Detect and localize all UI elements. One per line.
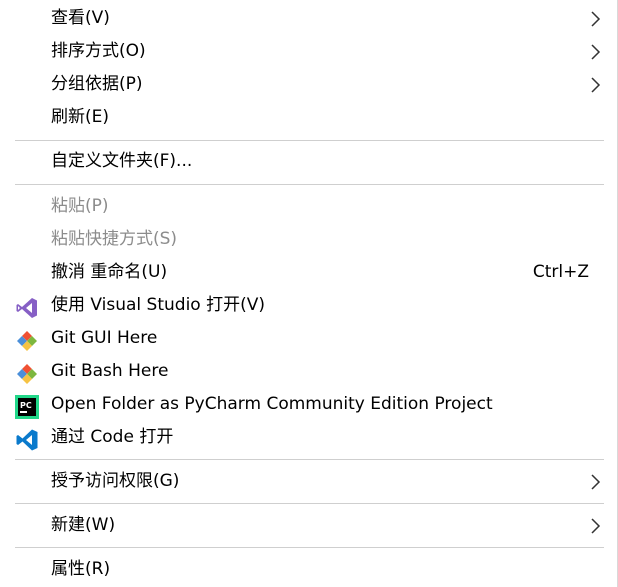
menu-item-label: 属性(R) [51, 559, 111, 579]
menu-item-label: 使用 Visual Studio 打开(V) [51, 295, 266, 315]
menu-item-grant-access[interactable]: 授予访问权限(G) [0, 465, 617, 498]
menu-item-label: 授予访问权限(G) [51, 471, 180, 491]
menu-item-label: 撤消 重命名(U) [51, 262, 168, 282]
menu-separator [15, 459, 604, 460]
menu-item-open-pycharm[interactable]: PC Open Folder as PyCharm Community Edit… [0, 388, 617, 421]
context-menu: 查看(V) 排序方式(O) 分组依据(P) 刷新(E) 自定义文件夹(F)...… [0, 0, 618, 587]
chevron-right-icon [591, 44, 601, 60]
git-icon [17, 331, 37, 351]
menu-item-sort[interactable]: 排序方式(O) [0, 35, 617, 68]
menu-item-customize-folder[interactable]: 自定义文件夹(F)... [0, 145, 617, 178]
menu-item-label: 刷新(E) [51, 107, 110, 127]
menu-item-label: 分组依据(P) [51, 74, 143, 94]
menu-item-label: 粘贴(P) [51, 196, 109, 216]
menu-item-group[interactable]: 分组依据(P) [0, 68, 617, 101]
menu-item-git-gui[interactable]: Git GUI Here [0, 322, 617, 355]
svg-text:PC: PC [20, 401, 32, 410]
menu-item-open-visual-studio[interactable]: 使用 Visual Studio 打开(V) [0, 289, 617, 322]
menu-separator [15, 184, 604, 185]
menu-item-label: 通过 Code 打开 [51, 427, 174, 447]
menu-item-new[interactable]: 新建(W) [0, 509, 617, 542]
menu-item-refresh[interactable]: 刷新(E) [0, 101, 617, 134]
menu-item-label: 自定义文件夹(F)... [51, 151, 193, 171]
git-icon [17, 364, 37, 384]
chevron-right-icon [591, 518, 601, 534]
menu-item-paste-shortcut: 粘贴快捷方式(S) [0, 223, 617, 256]
menu-separator [15, 547, 604, 548]
menu-item-undo-rename[interactable]: 撤消 重命名(U) Ctrl+Z [0, 256, 617, 289]
vscode-icon [16, 429, 38, 451]
menu-item-label: 新建(W) [51, 515, 116, 535]
chevron-right-icon [591, 474, 601, 490]
menu-item-label: 查看(V) [51, 8, 110, 28]
shortcut-text: Ctrl+Z [532, 262, 589, 282]
menu-separator [15, 503, 604, 504]
menu-item-view[interactable]: 查看(V) [0, 2, 617, 35]
visual-studio-icon [16, 298, 37, 318]
chevron-right-icon [591, 11, 601, 27]
menu-item-label: Git GUI Here [51, 328, 158, 348]
chevron-right-icon [591, 77, 601, 93]
menu-item-properties[interactable]: 属性(R) [0, 553, 617, 586]
menu-item-label: Open Folder as PyCharm Community Edition… [51, 394, 493, 414]
pycharm-icon: PC [15, 395, 39, 419]
menu-item-label: 粘贴快捷方式(S) [51, 229, 178, 249]
menu-item-git-bash[interactable]: Git Bash Here [0, 355, 617, 388]
menu-item-open-vscode[interactable]: 通过 Code 打开 [0, 421, 617, 454]
menu-separator [15, 140, 604, 141]
menu-item-label: Git Bash Here [51, 361, 169, 381]
menu-item-paste: 粘贴(P) [0, 190, 617, 223]
menu-item-label: 排序方式(O) [51, 41, 146, 61]
